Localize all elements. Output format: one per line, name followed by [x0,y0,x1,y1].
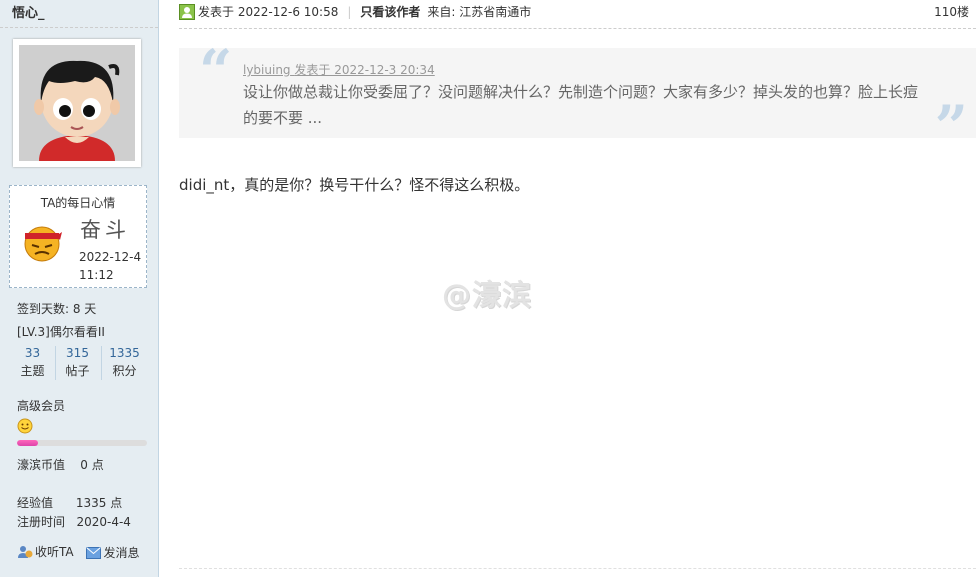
quote-meta[interactable]: lybiuing 发表于 2022-12-3 20:34 [243,61,435,78]
post-content: 发表于 2022-12-6 10:58 | 只看该作者 来自: 江苏省南通市 1… [159,0,980,577]
username-link[interactable]: 悟心_ [12,2,45,21]
register-value: 2020-4-4 [76,515,131,529]
level-progress-bar [17,440,147,446]
register-label: 注册时间 [17,515,66,529]
mood-word: 奋斗 [80,218,130,242]
mood-date-time: 11:12 [79,268,114,282]
currency-row: 濠滨币值 0 点 [17,456,104,473]
watermark: @濠滨 [442,278,533,312]
open-quote-icon: “ [199,37,233,105]
experience-row: 经验值 1335 点 [17,494,122,511]
daily-mood-box: TA的每日心情 奋斗 2022-12-4 11:12 [9,185,147,288]
stat-posts[interactable]: 315 帖子 [55,344,100,380]
online-status-icon [179,3,195,20]
quote-block: “ lybiuing 发表于 2022-12-3 20:34 设让你做总裁让你受… [179,42,976,156]
stat-posts-value: 315 [66,346,89,360]
currency-label: 濠滨币值 [17,458,66,472]
member-group[interactable]: 高级会员 [17,397,65,414]
quote-time: 发表于 2022-12-3 20:34 [294,63,435,77]
posted-time: 2022-12-6 10:58 [237,4,339,19]
divider [0,27,158,28]
stat-points-label: 积分 [112,364,137,378]
currency-value: 0 点 [80,458,104,472]
post-body: didi_nt，真的是你？换号干什么？怪不得这么积极。 [179,176,530,194]
message-label: 发消息 [103,546,140,560]
user-actions: 收听TA 发消息 [17,543,148,562]
avatar[interactable] [13,39,141,167]
user-level: [LV.3]偶尔看看II [17,325,105,339]
experience-label: 经验值 [17,496,54,510]
stat-points-value: 1335 [109,346,140,360]
quote-text: 设让你做总裁让你受委屈了？没问题解决什么？先制造个问题？大家有多少？掉头发的也算… [243,83,919,127]
divider: | [347,4,352,19]
stat-threads-label: 主题 [20,364,45,378]
avatar-image [19,45,135,161]
stat-threads-value: 33 [24,346,41,360]
user-sidebar: 悟心_ TA的每日心情 奋斗 2022-12-4 11:12 签到天数: 8 天… [0,0,159,577]
quote-author[interactable]: lybiuing [243,63,291,77]
mood-title: TA的每日心情 [40,196,116,210]
floor-number[interactable]: 110楼 [934,3,969,20]
experience-value: 1335 点 [75,496,123,510]
follow-button[interactable]: 收听TA [17,543,74,560]
signin-days: 签到天数: 8 天 [17,302,97,316]
post-header: 发表于 2022-12-6 10:58 | 只看该作者 来自: 江苏省南通市 [179,3,531,20]
smile-icon [17,418,33,434]
register-row: 注册时间 2020-4-4 [17,513,131,530]
user-stats: 33 主题 315 帖子 1335 积分 [10,344,150,382]
fighting-emoticon-icon [24,226,62,262]
mood-date-day: 2022-12-4 [79,250,142,264]
follow-label: 收听TA [35,545,74,559]
divider [179,28,976,29]
level-progress-fill [17,440,38,446]
divider [179,568,976,569]
stat-points[interactable]: 1335 积分 [102,344,147,380]
stat-posts-label: 帖子 [65,364,90,378]
author-only-link[interactable]: 只看该作者 [360,3,420,20]
send-message-button[interactable]: 发消息 [86,544,139,561]
follow-icon [18,545,33,558]
close-quote-icon: ” [934,93,968,161]
stat-threads[interactable]: 33 主题 [10,344,55,380]
post-location: 来自: 江苏省南通市 [427,5,532,19]
posted-label: 发表于 [198,5,235,19]
envelope-icon [86,546,102,559]
mood-date: 2022-12-4 11:12 [79,248,141,284]
